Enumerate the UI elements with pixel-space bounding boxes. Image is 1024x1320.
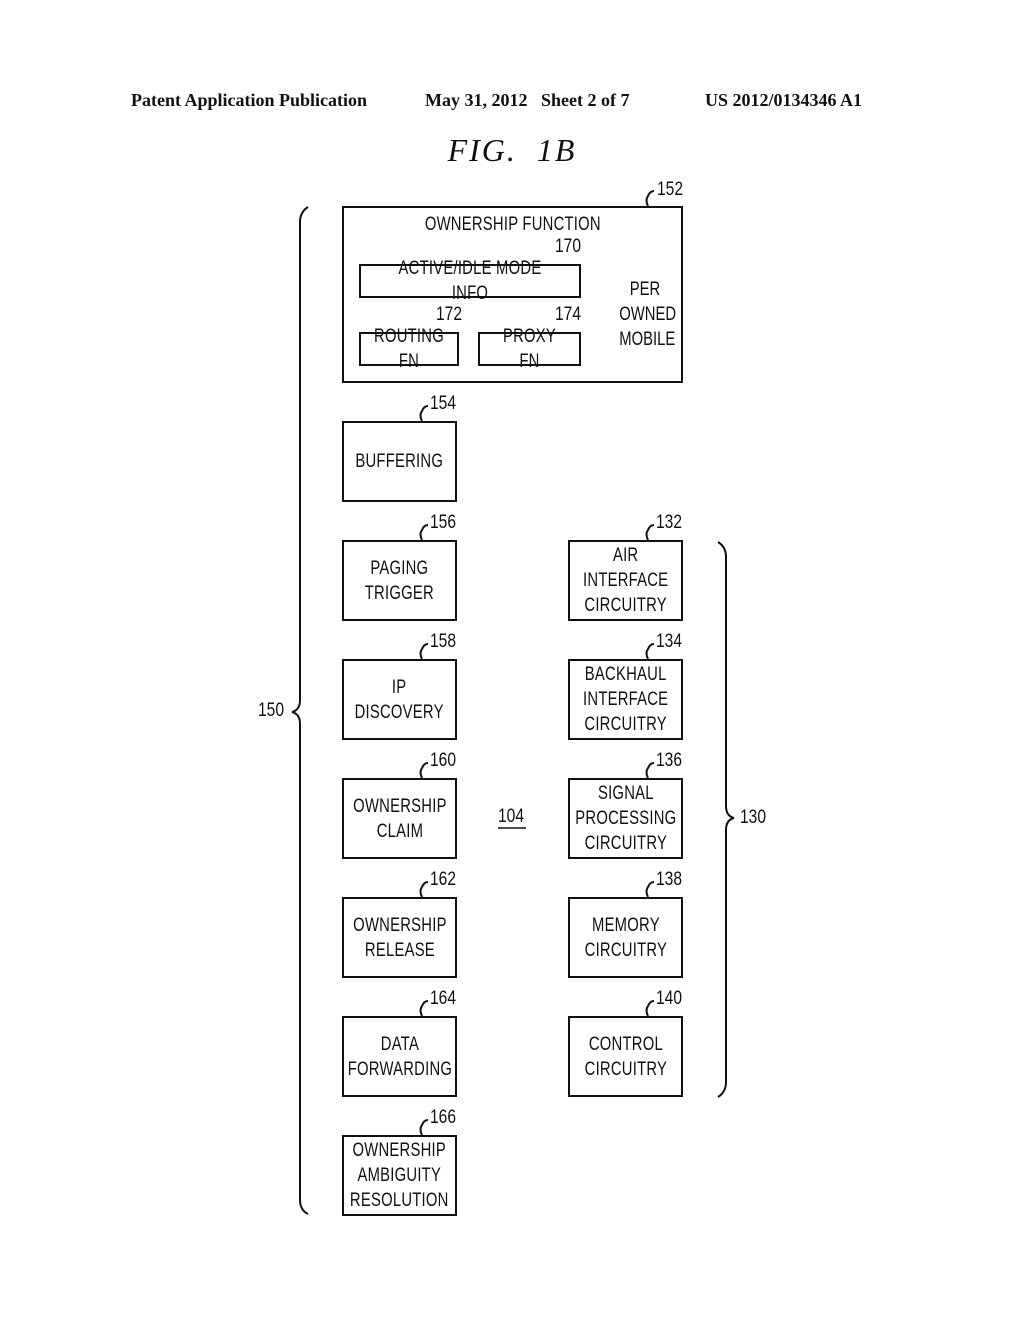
right-leader-line bbox=[645, 524, 655, 541]
right-block: MEMORY CIRCUITRY bbox=[568, 897, 683, 978]
ref-174: 174 bbox=[555, 304, 581, 325]
left-block: OWNERSHIP CLAIM bbox=[342, 778, 457, 859]
ref-104: 104 bbox=[498, 806, 524, 827]
per-owned-mobile-label: PER OWNED MOBILE bbox=[619, 279, 677, 350]
right-block-ref: 132 bbox=[656, 512, 682, 533]
left-block-label: OWNERSHIP CLAIM bbox=[352, 795, 447, 842]
left-block-ref: 158 bbox=[430, 631, 456, 652]
left-block: OWNERSHIP RELEASE bbox=[342, 897, 457, 978]
left-block-ref: 164 bbox=[430, 988, 456, 1009]
left-leader-line bbox=[419, 524, 429, 541]
right-block: SIGNAL PROCESSING CIRCUITRY bbox=[568, 778, 683, 859]
left-block-label: BUFFERING bbox=[355, 451, 444, 472]
right-leader-line bbox=[645, 881, 655, 898]
right-leader-line bbox=[645, 1000, 655, 1017]
proxy-fn-label: PROXY FN bbox=[502, 326, 557, 372]
left-block: IP DISCOVERY bbox=[342, 659, 457, 740]
left-block-label: DATA FORWARDING bbox=[347, 1033, 452, 1080]
left-block-ref: 166 bbox=[430, 1107, 456, 1128]
right-block-ref: 138 bbox=[656, 869, 682, 890]
right-leader-line bbox=[645, 643, 655, 660]
ref-152: 152 bbox=[657, 179, 683, 200]
left-leader-line bbox=[419, 1000, 429, 1017]
right-block-label: SIGNAL PROCESSING CIRCUITRY bbox=[574, 783, 677, 854]
ref-150: 150 bbox=[258, 700, 284, 721]
ref-170: 170 bbox=[555, 236, 581, 257]
left-leader-line bbox=[419, 881, 429, 898]
proxy-fn-block: PROXY FN bbox=[478, 326, 581, 372]
right-block-label: BACKHAUL INTERFACE CIRCUITRY bbox=[582, 664, 669, 735]
routing-fn-block: ROUTING FN bbox=[359, 326, 459, 372]
right-block: AIR INTERFACE CIRCUITRY bbox=[568, 540, 683, 621]
left-block-ref: 156 bbox=[430, 512, 456, 533]
routing-fn-label: ROUTING FN bbox=[374, 326, 444, 372]
left-leader-line bbox=[419, 643, 429, 660]
left-block-ref: 160 bbox=[430, 750, 456, 771]
active-idle-mode-info-label: ACTIVE/IDLE MODE INFO bbox=[398, 258, 542, 304]
right-block: BACKHAUL INTERFACE CIRCUITRY bbox=[568, 659, 683, 740]
right-block-label: CONTROL CIRCUITRY bbox=[584, 1033, 667, 1080]
left-block: BUFFERING bbox=[342, 421, 457, 502]
left-block-label: PAGING TRIGGER bbox=[364, 557, 435, 604]
ownership-function-title: OWNERSHIP FUNCTION bbox=[424, 214, 601, 235]
ref-130: 130 bbox=[740, 807, 766, 828]
brace-130 bbox=[717, 541, 735, 1098]
right-block-label: MEMORY CIRCUITRY bbox=[584, 914, 667, 961]
left-block-ref: 154 bbox=[430, 393, 456, 414]
right-block-label: AIR INTERFACE CIRCUITRY bbox=[582, 545, 669, 616]
left-block-label: IP DISCOVERY bbox=[354, 676, 445, 723]
right-block: CONTROL CIRCUITRY bbox=[568, 1016, 683, 1097]
right-leader-line bbox=[645, 762, 655, 779]
left-leader-line bbox=[419, 405, 429, 422]
right-block-ref: 140 bbox=[656, 988, 682, 1009]
left-block: PAGING TRIGGER bbox=[342, 540, 457, 621]
left-block: OWNERSHIP AMBIGUITY RESOLUTION bbox=[342, 1135, 457, 1216]
diagram-lines bbox=[291, 190, 735, 1215]
ownership-leader-line bbox=[645, 190, 655, 207]
left-block-label: OWNERSHIP RELEASE bbox=[352, 914, 447, 961]
left-leader-line bbox=[419, 762, 429, 779]
right-block-ref: 136 bbox=[656, 750, 682, 771]
active-idle-mode-info-block: ACTIVE/IDLE MODE INFO bbox=[359, 258, 581, 304]
left-block-ref: 162 bbox=[430, 869, 456, 890]
left-block-label: OWNERSHIP AMBIGUITY RESOLUTION bbox=[350, 1140, 449, 1211]
ref-172: 172 bbox=[436, 304, 462, 325]
left-leader-line bbox=[419, 1119, 429, 1136]
right-block-ref: 134 bbox=[656, 631, 682, 652]
brace-150 bbox=[291, 206, 309, 1215]
left-block: DATA FORWARDING bbox=[342, 1016, 457, 1097]
